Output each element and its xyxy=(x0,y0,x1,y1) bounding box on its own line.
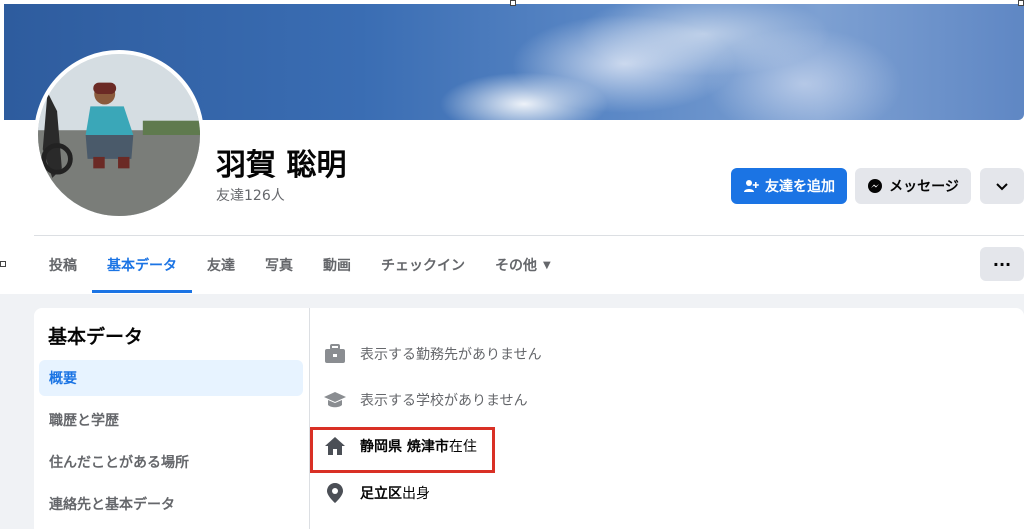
friends-count[interactable]: 友達126人 xyxy=(216,185,285,205)
header-divider xyxy=(34,235,1024,236)
tab-friends[interactable]: 友達 xyxy=(192,240,250,290)
tab-photos[interactable]: 写真 xyxy=(250,240,308,290)
tab-checkins[interactable]: チェックイン xyxy=(366,240,480,290)
caret-down-icon: ▼ xyxy=(543,259,551,271)
panel-divider xyxy=(309,308,310,529)
school-text: 表示する学校がありません xyxy=(360,393,528,409)
selection-handle xyxy=(1018,0,1024,6)
add-friend-label: 友達を追加 xyxy=(765,179,835,195)
briefcase-icon xyxy=(322,341,348,367)
tabs-overflow-button[interactable]: ··· xyxy=(980,247,1024,281)
tab-about[interactable]: 基本データ xyxy=(92,240,192,293)
hometown-row: 足立区出身 xyxy=(322,477,430,509)
sidebar-item-contact-info[interactable]: 連絡先と基本データ xyxy=(39,486,303,522)
hometown-place[interactable]: 足立区 xyxy=(360,486,402,502)
selection-handle xyxy=(510,0,516,6)
sidebar-title: 基本データ xyxy=(48,326,144,348)
add-friend-button[interactable]: 友達を追加 xyxy=(731,168,847,204)
add-friend-icon xyxy=(744,180,759,192)
sidebar-item-places-lived[interactable]: 住んだことがある場所 xyxy=(39,444,303,480)
chevron-down-icon xyxy=(996,183,1008,191)
work-text: 表示する勤務先がありません xyxy=(360,347,542,363)
profile-name: 羽賀 聡明 xyxy=(216,148,347,183)
message-label: メッセージ xyxy=(889,179,959,195)
message-button[interactable]: メッセージ xyxy=(855,168,971,204)
school-row: 表示する学校がありません xyxy=(322,384,528,416)
tab-more-label: その他 xyxy=(495,258,537,274)
tab-posts[interactable]: 投稿 xyxy=(34,240,92,290)
tab-more[interactable]: その他 ▼ xyxy=(480,240,566,290)
hometown-suffix: 出身 xyxy=(402,486,430,502)
avatar-photo-icon xyxy=(38,54,200,216)
highlight-box xyxy=(310,427,495,473)
profile-tabs: 投稿 基本データ 友達 写真 動画 チェックイン その他 ▼ xyxy=(34,240,566,294)
sidebar-item-overview[interactable]: 概要 xyxy=(39,360,303,396)
messenger-icon xyxy=(868,179,883,193)
profile-avatar[interactable] xyxy=(34,50,204,220)
sidebar-item-work-education[interactable]: 職歴と学歴 xyxy=(39,402,303,438)
location-pin-icon xyxy=(322,480,348,506)
work-row: 表示する勤務先がありません xyxy=(322,338,542,370)
selection-handle xyxy=(0,261,6,267)
profile-more-button[interactable] xyxy=(980,168,1024,204)
graduation-cap-icon xyxy=(322,387,348,413)
more-dots-icon: ··· xyxy=(992,254,1012,274)
tab-videos[interactable]: 動画 xyxy=(308,240,366,290)
